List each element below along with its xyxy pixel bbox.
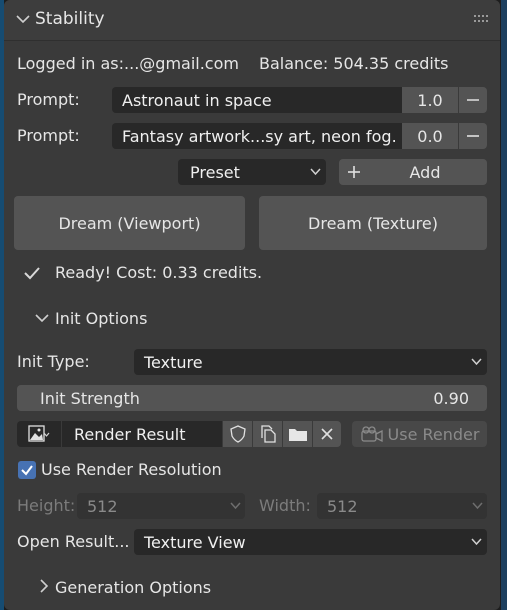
preset-dropdown[interactable]: Preset <box>178 159 326 185</box>
init-strength-label: Init Strength <box>40 388 140 408</box>
init-type-label: Init Type: <box>17 352 90 371</box>
init-strength-slider[interactable]: Init Strength 0.90 <box>17 385 487 411</box>
height-value: 512 <box>87 496 118 516</box>
shield-icon <box>229 425 246 443</box>
width-value: 512 <box>327 496 358 516</box>
init-type-value: Texture <box>144 352 203 372</box>
chevron-down-icon <box>230 502 241 510</box>
width-label: Width: <box>259 496 311 515</box>
duplicate-image-button[interactable] <box>253 421 282 447</box>
image-browse-button[interactable] <box>17 421 61 447</box>
init-options-chevron-icon[interactable] <box>35 313 49 323</box>
folder-icon <box>288 429 307 441</box>
viewport-edge-right <box>501 0 507 610</box>
unlink-image-button[interactable] <box>313 421 341 447</box>
chevron-down-icon <box>471 538 482 546</box>
init-options-header[interactable]: Init Options <box>55 309 147 328</box>
use-render-resolution-label[interactable]: Use Render Resolution <box>41 460 222 479</box>
panel-header[interactable]: Stability <box>4 0 500 41</box>
open-result-value: Texture View <box>144 532 246 552</box>
height-dropdown[interactable]: 512 <box>77 493 245 519</box>
image-name-field[interactable]: Render Result <box>62 421 222 447</box>
prompt-label-2: Prompt: <box>17 126 80 145</box>
open-result-dropdown[interactable]: Texture View <box>134 529 487 555</box>
use-render-button[interactable]: Use Render <box>352 421 487 447</box>
height-label: Height: <box>17 496 76 515</box>
init-strength-value: 0.90 <box>433 388 469 408</box>
camera-icon <box>361 426 383 443</box>
generation-options-header[interactable]: Generation Options <box>55 578 211 597</box>
stability-panel: Stability Logged in as:...@gmail.com Bal… <box>4 0 500 610</box>
dream-viewport-button[interactable]: Dream (Viewport) <box>14 196 245 250</box>
drag-grip-icon[interactable] <box>474 14 490 24</box>
prompt-weight-2[interactable]: 0.0 <box>402 123 458 149</box>
remove-prompt-button-2[interactable] <box>459 123 487 149</box>
use-render-resolution-checkbox[interactable] <box>18 461 36 479</box>
use-render-label: Use Render <box>387 424 480 444</box>
chevron-down-icon <box>310 168 321 176</box>
prompt-label-1: Prompt: <box>17 90 80 109</box>
close-icon <box>321 428 333 440</box>
collapse-chevron-icon[interactable] <box>16 14 30 24</box>
prompt-input-2[interactable]: Fantasy artwork...sy art, neon fog. <box>112 123 402 149</box>
dream-texture-button[interactable]: Dream (Texture) <box>259 196 487 250</box>
minus-icon <box>467 135 479 137</box>
init-type-dropdown[interactable]: Texture <box>134 349 487 375</box>
width-dropdown[interactable]: 512 <box>317 493 487 519</box>
balance-text: Balance: 504.35 credits <box>259 54 449 73</box>
plus-icon <box>348 166 360 178</box>
panel-title: Stability <box>35 9 105 29</box>
chevron-down-icon <box>472 502 483 510</box>
status-text: Ready! Cost: 0.33 credits. <box>55 263 263 282</box>
preset-value: Preset <box>190 162 240 182</box>
checkmark-icon <box>24 267 40 280</box>
open-result-label: Open Result... <box>17 532 130 551</box>
prompt-input-1[interactable]: Astronaut in space <box>112 87 402 113</box>
checkmark-icon <box>21 465 33 476</box>
fake-user-button[interactable] <box>223 421 252 447</box>
logged-in-text: Logged in as:...@gmail.com <box>17 54 239 73</box>
generation-options-chevron-icon[interactable] <box>39 579 49 593</box>
add-preset-label: Add <box>409 162 441 182</box>
duplicate-icon <box>260 425 276 443</box>
open-image-button[interactable] <box>283 421 312 447</box>
image-icon <box>28 425 50 442</box>
add-preset-button[interactable]: Add <box>339 159 487 185</box>
minus-icon <box>467 99 479 101</box>
remove-prompt-button-1[interactable] <box>459 87 487 113</box>
chevron-down-icon <box>471 358 482 366</box>
prompt-weight-1[interactable]: 1.0 <box>402 87 458 113</box>
